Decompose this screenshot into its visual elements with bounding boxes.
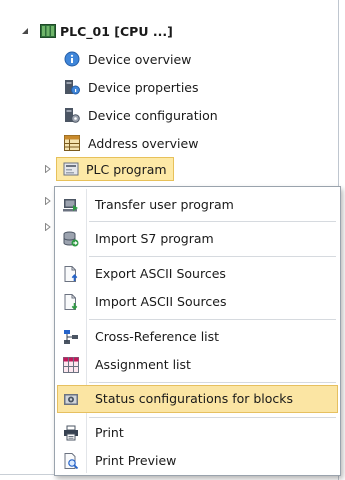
- menu-item-label: Print Preview: [95, 453, 177, 468]
- tree-item-address-overview[interactable]: Address overview: [0, 131, 220, 155]
- tree-item-device-properties[interactable]: Device properties: [0, 75, 220, 99]
- device-configuration-icon: [64, 107, 80, 123]
- plc-station-icon: [40, 23, 56, 39]
- export-document-icon: [63, 266, 79, 282]
- menu-item-label: Status configurations for blocks: [95, 391, 294, 406]
- menu-item-label: Transfer user program: [95, 197, 234, 212]
- printer-icon: [63, 425, 79, 441]
- tree-item-device-overview[interactable]: Device overview: [0, 47, 220, 71]
- menu-item-print-preview[interactable]: Print Preview: [57, 447, 338, 475]
- menu-item-export-ascii-sources[interactable]: Export ASCII Sources: [57, 260, 338, 288]
- import-document-icon: [63, 294, 79, 310]
- assignment-grid-icon: [63, 357, 79, 373]
- menu-item-transfer-user-program[interactable]: Transfer user program: [57, 191, 338, 219]
- collapsed-caret-icon[interactable]: [43, 196, 53, 206]
- address-table-icon: [64, 135, 80, 151]
- collapsed-caret-icon[interactable]: [43, 222, 53, 232]
- tree-item-device-configuration[interactable]: Device configuration: [0, 103, 220, 127]
- menu-separator: [89, 256, 336, 257]
- menu-item-status-configurations[interactable]: Status configurations for blocks: [57, 385, 338, 413]
- tree-item-label: Device properties: [88, 79, 199, 95]
- menu-item-label: Cross-Reference list: [95, 329, 220, 344]
- tree-item-label: Address overview: [88, 135, 199, 151]
- menu-item-label: Print: [95, 425, 124, 440]
- menu-item-assignment-list[interactable]: Assignment list: [57, 351, 338, 379]
- collapsed-caret-icon[interactable]: [43, 164, 53, 174]
- transfer-icon: [63, 197, 79, 213]
- print-preview-icon: [63, 453, 79, 470]
- menu-separator: [89, 221, 336, 222]
- device-properties-icon: [64, 79, 80, 95]
- menu-item-label: Import S7 program: [95, 231, 214, 246]
- tree-item-label: Device configuration: [88, 107, 218, 123]
- menu-item-import-ascii-sources[interactable]: Import ASCII Sources: [57, 288, 338, 316]
- menu-item-print[interactable]: Print: [57, 419, 338, 447]
- menu-item-import-s7-program[interactable]: Import S7 program: [57, 225, 338, 253]
- status-config-icon: [63, 391, 79, 407]
- import-database-icon: [63, 231, 79, 247]
- context-menu: Transfer user program Import S7 program …: [54, 186, 341, 476]
- menu-item-label: Export ASCII Sources: [95, 266, 226, 281]
- tree-item-label: Device overview: [88, 51, 192, 67]
- menu-item-label: Import ASCII Sources: [95, 294, 227, 309]
- menu-separator: [89, 417, 336, 418]
- tree-root-label: PLC_01 [CPU ...]: [60, 23, 173, 39]
- info-circle-icon: [64, 51, 80, 67]
- tree-root-row[interactable]: PLC_01 [CPU ...]: [0, 19, 220, 43]
- menu-separator: [89, 319, 336, 320]
- cross-reference-icon: [63, 329, 79, 345]
- menu-item-label: Assignment list: [95, 357, 191, 372]
- menu-separator: [89, 382, 336, 383]
- program-folder-icon: [63, 161, 79, 177]
- tree-item-plc-program[interactable]: PLC program: [0, 157, 220, 181]
- tree-item-label: PLC program: [86, 161, 167, 177]
- expanded-caret-icon[interactable]: [20, 26, 30, 36]
- menu-item-cross-reference-list[interactable]: Cross-Reference list: [57, 323, 338, 351]
